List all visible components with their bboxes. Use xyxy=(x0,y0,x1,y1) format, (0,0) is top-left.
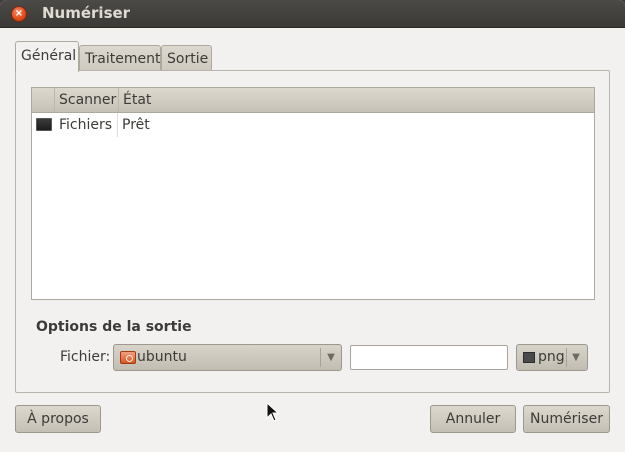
about-button[interactable]: À propos xyxy=(15,405,101,433)
cancel-button[interactable]: Annuler xyxy=(430,405,516,433)
mouse-cursor-icon xyxy=(266,402,280,422)
title-bar[interactable]: × Numériser xyxy=(0,0,625,28)
combo-separator xyxy=(320,348,321,367)
scanner-icon xyxy=(36,118,52,131)
column-header-scanner[interactable]: Scanner xyxy=(54,88,118,112)
combo-separator xyxy=(566,348,567,367)
dialog-content: Général Traitement Sortie Scanner État F… xyxy=(0,28,625,452)
file-label: Fichier: xyxy=(60,349,111,365)
scan-button[interactable]: Numériser xyxy=(523,405,610,433)
scanner-list[interactable]: Scanner État Fichiers Prêt xyxy=(31,87,595,300)
scanner-state: Prêt xyxy=(122,117,150,133)
tab-sortie[interactable]: Sortie xyxy=(161,45,212,72)
tab-general[interactable]: Général xyxy=(15,41,79,72)
format-value: png xyxy=(538,349,565,365)
image-icon xyxy=(523,352,535,363)
folder-chooser[interactable]: ubuntu ▼ xyxy=(113,344,342,371)
close-icon[interactable]: × xyxy=(11,6,27,22)
chevron-down-icon: ▼ xyxy=(327,352,335,363)
scan-dialog: × Numériser Général Traitement Sortie Sc… xyxy=(0,0,625,452)
column-header-state[interactable]: État xyxy=(118,88,594,112)
output-options-title: Options de la sortie xyxy=(36,319,192,335)
scanner-list-header: Scanner État xyxy=(32,88,594,113)
folder-value: ubuntu xyxy=(137,349,187,365)
window-title: Numériser xyxy=(42,4,131,22)
scanner-name: Fichiers xyxy=(59,117,113,133)
filename-field[interactable] xyxy=(350,345,508,370)
chevron-down-icon: ▼ xyxy=(572,352,580,363)
folder-icon xyxy=(120,351,136,364)
table-row[interactable]: Fichiers Prêt xyxy=(32,113,594,137)
format-select[interactable]: png ▼ xyxy=(516,344,588,371)
tab-traitement[interactable]: Traitement xyxy=(79,45,161,72)
